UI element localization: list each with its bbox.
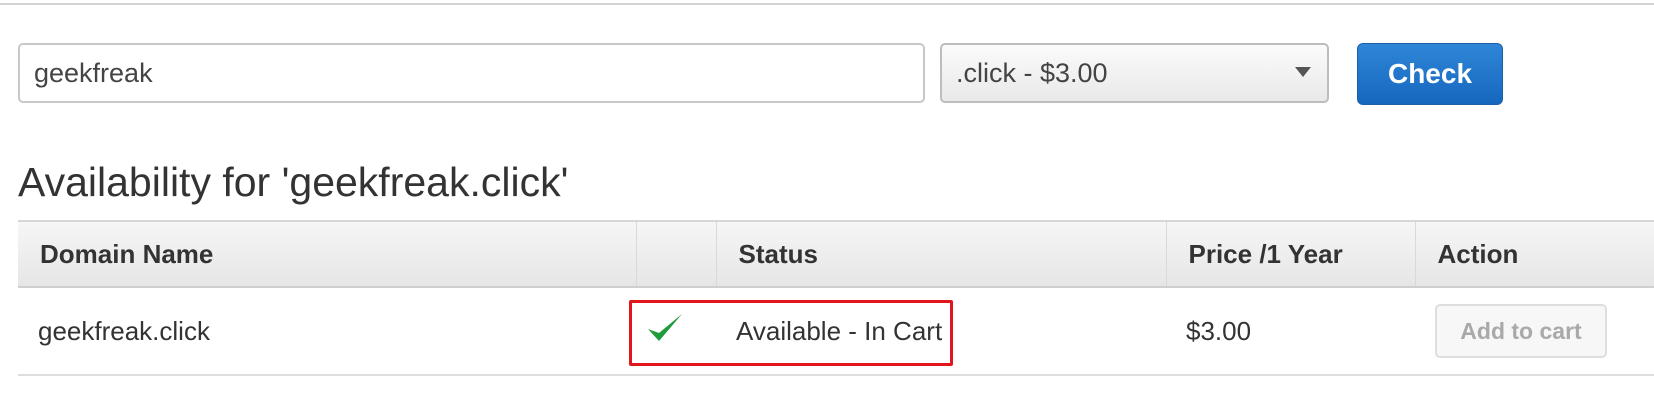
availability-heading: Availability for 'geekfreak.click': [18, 159, 569, 205]
status-cell: Available - In Cart: [716, 287, 1166, 376]
table-header-row: Domain Name Status Price /1 Year Action: [18, 220, 1654, 288]
check-button[interactable]: Check: [1357, 43, 1503, 105]
domain-search-row: .click - $3.00 Check: [18, 43, 1618, 105]
checkmark-icon: [648, 313, 682, 341]
add-to-cart-button[interactable]: Add to cart: [1435, 304, 1607, 358]
top-divider: [0, 3, 1654, 5]
table-row: geekfreak.click Available - In Cart $3.0…: [18, 287, 1654, 376]
action-cell: Add to cart: [1415, 287, 1654, 376]
column-header-domain-name: Domain Name: [18, 220, 637, 288]
caret-down-icon: [1295, 67, 1311, 77]
availability-table: Domain Name Status Price /1 Year Action …: [18, 220, 1654, 376]
column-header-status: Status: [716, 220, 1167, 288]
column-header-action: Action: [1415, 220, 1654, 288]
price-cell: $3.00: [1166, 287, 1415, 376]
column-header-price: Price /1 Year: [1166, 220, 1416, 288]
domain-name-cell: geekfreak.click: [18, 287, 636, 376]
tld-select-value: .click - $3.00: [956, 57, 1108, 88]
domain-search-input[interactable]: [18, 43, 925, 103]
status-icon-cell: [636, 287, 716, 376]
column-header-icon: [636, 220, 717, 288]
tld-select[interactable]: .click - $3.00: [940, 43, 1329, 103]
